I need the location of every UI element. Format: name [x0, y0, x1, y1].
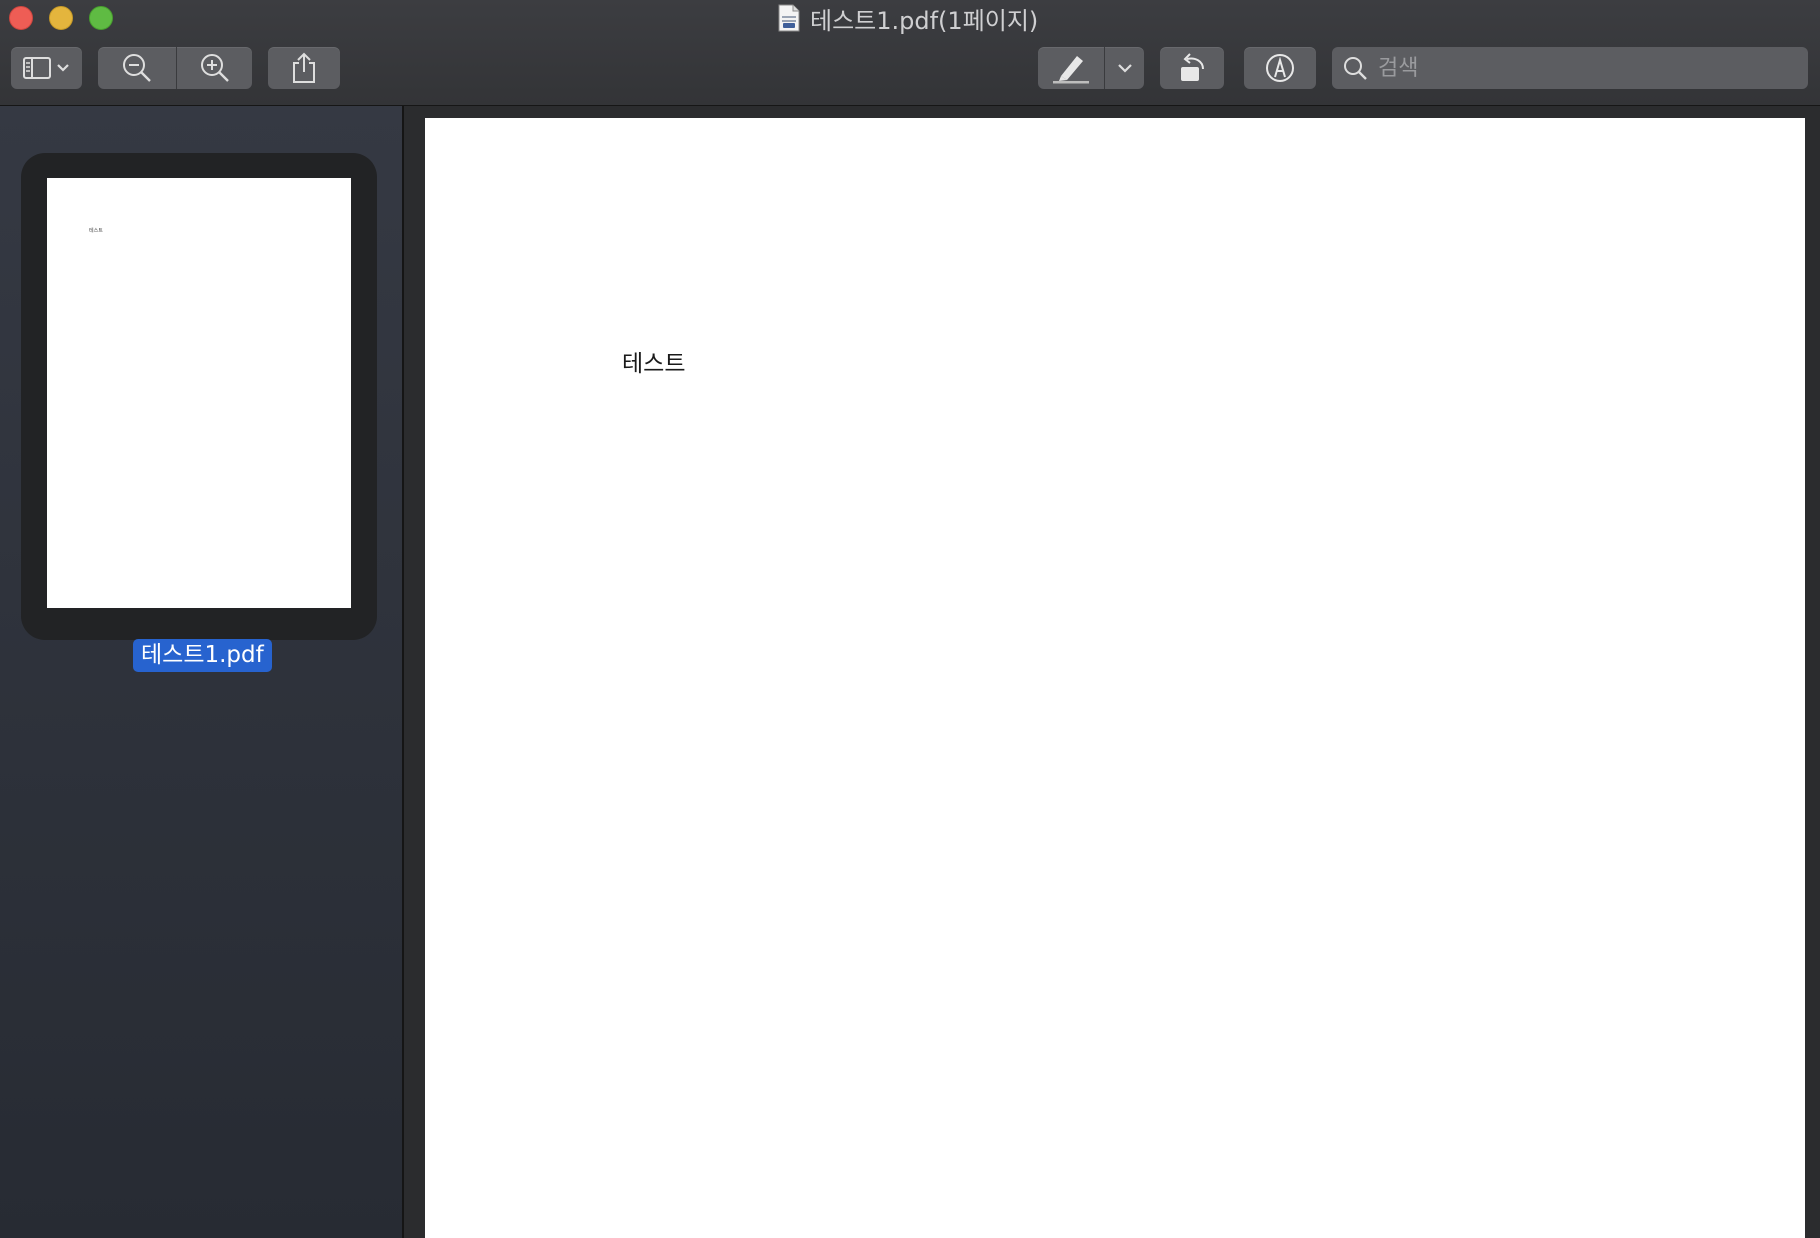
search-field[interactable]	[1332, 47, 1808, 89]
thumbnail-page-text: 테스트	[89, 228, 103, 234]
search-input[interactable]	[1376, 49, 1808, 87]
chevron-down-icon	[1117, 64, 1132, 73]
preview-window: 테스트1.pdf(1페이지) 검색 테스트 테스트1.pdf 테스트	[0, 0, 1820, 1238]
pdf-page-text: 테스트	[622, 351, 686, 377]
share-button[interactable]	[268, 47, 340, 89]
rotate-left-icon	[1181, 53, 1204, 81]
markup-pen-icon	[1266, 54, 1294, 82]
highlighter-icon	[1053, 56, 1089, 84]
title-toolbar: 테스트1.pdf(1페이지)	[0, 0, 1820, 106]
thumbnail-sidebar: 테스트 테스트1.pdf	[0, 106, 404, 1238]
maximize-window-button[interactable]	[89, 6, 113, 30]
highlight-button[interactable]	[1038, 47, 1104, 89]
rotate-left-button[interactable]	[1160, 47, 1224, 89]
window-title: 테스트1.pdf(1페이지)	[778, 2, 1039, 35]
sidebar-icon	[22, 57, 69, 79]
close-window-button[interactable]	[9, 6, 33, 30]
share-icon	[293, 52, 315, 83]
zoom-in-icon	[200, 54, 229, 82]
highlight-options-button[interactable]	[1105, 47, 1144, 89]
zoom-in-button[interactable]	[177, 47, 252, 89]
thumbnail-selection-frame[interactable]: 테스트	[21, 153, 377, 640]
sidebar-toggle-button[interactable]	[11, 47, 82, 89]
page-thumbnail[interactable]: 테스트	[47, 178, 351, 608]
zoom-out-icon	[123, 54, 151, 82]
pdf-document-icon	[778, 4, 800, 32]
pdf-page[interactable]: 테스트	[425, 118, 1805, 1238]
document-view[interactable]: 테스트	[404, 106, 1820, 1238]
zoom-out-button[interactable]	[98, 47, 176, 89]
window-title-text: 테스트1.pdf(1페이지)	[810, 6, 1039, 35]
minimize-window-button[interactable]	[49, 6, 73, 30]
search-icon	[1344, 57, 1367, 80]
markup-button[interactable]	[1244, 47, 1316, 89]
thumbnail-label[interactable]: 테스트1.pdf	[133, 639, 272, 672]
